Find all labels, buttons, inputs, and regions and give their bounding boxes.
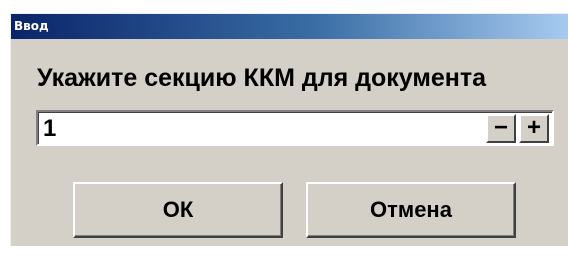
prompt-label: Укажите секцию ККМ для документа [37,64,486,92]
decrement-button[interactable]: − [486,114,516,143]
section-number-field[interactable]: 1 − + [36,110,554,146]
ok-button[interactable]: ОК [73,182,283,238]
increment-button[interactable]: + [519,114,549,143]
window-title: Ввод [14,19,49,33]
cancel-button[interactable]: Отмена [306,182,516,238]
title-bar[interactable]: Ввод [11,14,568,39]
section-number-value: 1 [43,115,57,142]
input-dialog: Ввод Укажите секцию ККМ для документа 1 … [10,13,568,246]
